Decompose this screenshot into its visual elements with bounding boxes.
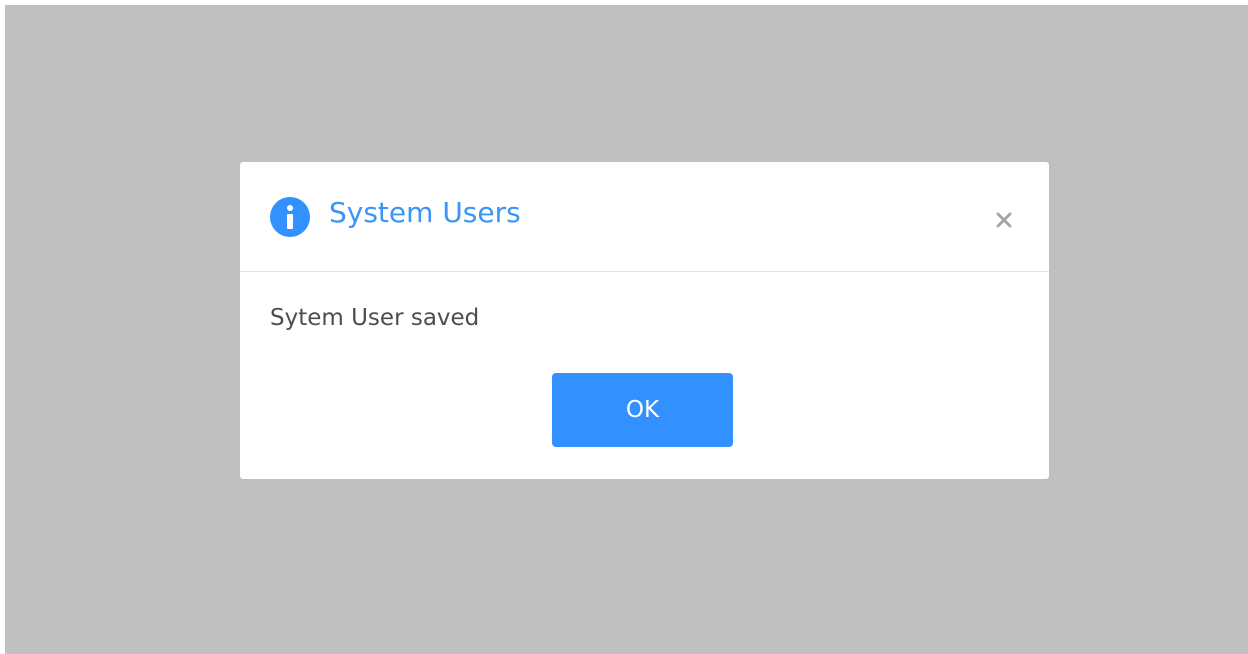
dialog-header: System Users — [240, 162, 1049, 272]
close-button[interactable] — [984, 200, 1024, 240]
dialog-message: Sytem User saved — [270, 305, 480, 331]
close-icon — [996, 212, 1012, 228]
system-users-dialog: System Users Sytem User saved OK — [240, 162, 1049, 479]
dialog-title: System Users — [329, 196, 521, 229]
ok-button[interactable]: OK — [552, 373, 733, 447]
info-icon — [270, 197, 310, 237]
